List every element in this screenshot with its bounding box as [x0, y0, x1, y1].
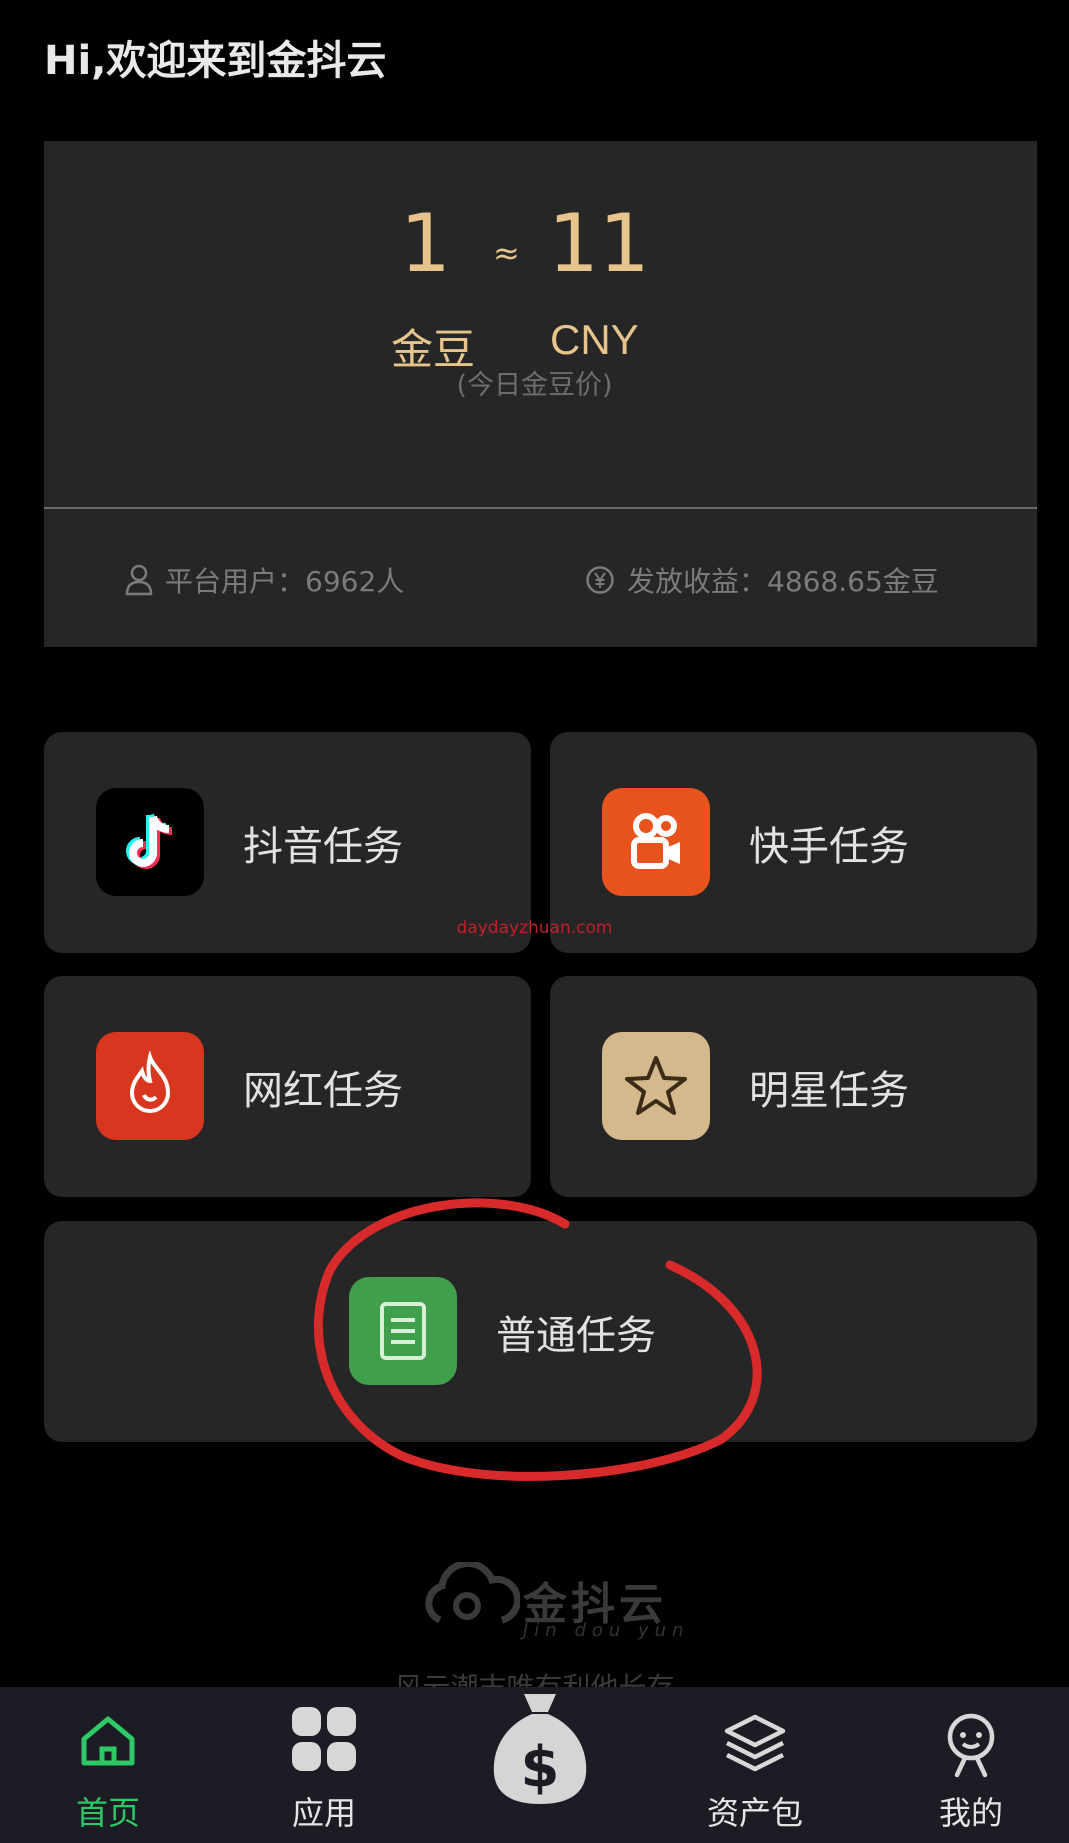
- payout-earnings-stat: 发放收益：4868.65金豆: [585, 560, 939, 600]
- tab-profile-label: 我的: [938, 1794, 1003, 1832]
- star-icon: [602, 1032, 710, 1140]
- rate-note: (今日金豆价): [456, 370, 613, 401]
- platform-users-label: 平台用户：6962人: [165, 565, 405, 598]
- svg-text:$: $: [521, 1735, 560, 1800]
- rate-divider: [44, 507, 1037, 509]
- apps-icon: [292, 1707, 356, 1771]
- home-icon: [81, 1716, 135, 1766]
- kuaishou-task-label: 快手任务: [749, 824, 909, 870]
- flame-icon: [96, 1032, 204, 1140]
- rate-left-value: 1: [400, 197, 451, 290]
- wanghong-task-label: 网红任务: [243, 1068, 403, 1114]
- rate-right-value: 11: [548, 197, 650, 290]
- tab-home[interactable]: 首页: [1, 1687, 215, 1843]
- wanghong-task-card[interactable]: 网红任务: [44, 976, 531, 1197]
- layers-icon: [724, 1714, 786, 1772]
- rate-right-unit: CNY: [550, 316, 639, 363]
- douyin-icon: [96, 788, 204, 896]
- money-bag-icon: $: [493, 1694, 587, 1804]
- mingxing-task-card[interactable]: 明星任务: [550, 976, 1037, 1197]
- tab-asset-pack-label: 资产包: [706, 1794, 803, 1832]
- tab-apps-label: 应用: [291, 1794, 356, 1832]
- tab-asset-pack[interactable]: 资产包: [648, 1687, 862, 1843]
- profile-icon: [947, 1713, 995, 1778]
- user-icon: [125, 564, 153, 596]
- yuan-coin-icon: [585, 565, 615, 595]
- mingxing-task-label: 明星任务: [749, 1068, 909, 1114]
- annotation-circle: [313, 1198, 762, 1481]
- watermark-text: daydayzhuan.com: [456, 918, 613, 938]
- approx-symbol: ≈: [493, 234, 520, 272]
- bottom-tab-bar: 首页 应用 $ 资产包 我的: [0, 1687, 1069, 1843]
- tab-apps[interactable]: 应用: [217, 1687, 431, 1843]
- tab-money-bag[interactable]: $: [433, 1687, 647, 1843]
- tab-home-label: 首页: [75, 1794, 140, 1832]
- greeting-title: Hi,欢迎来到金抖云: [44, 38, 387, 84]
- logo-subtitle: Jin dou yun: [523, 1620, 690, 1641]
- platform-users-stat: 平台用户：6962人: [125, 560, 404, 600]
- cloud-logo-icon: [425, 1562, 520, 1624]
- payout-earnings-label: 发放收益：4868.65金豆: [627, 565, 939, 598]
- douyin-task-label: 抖音任务: [243, 824, 403, 870]
- kuaishou-icon: [602, 788, 710, 896]
- tab-profile[interactable]: 我的: [864, 1687, 1069, 1843]
